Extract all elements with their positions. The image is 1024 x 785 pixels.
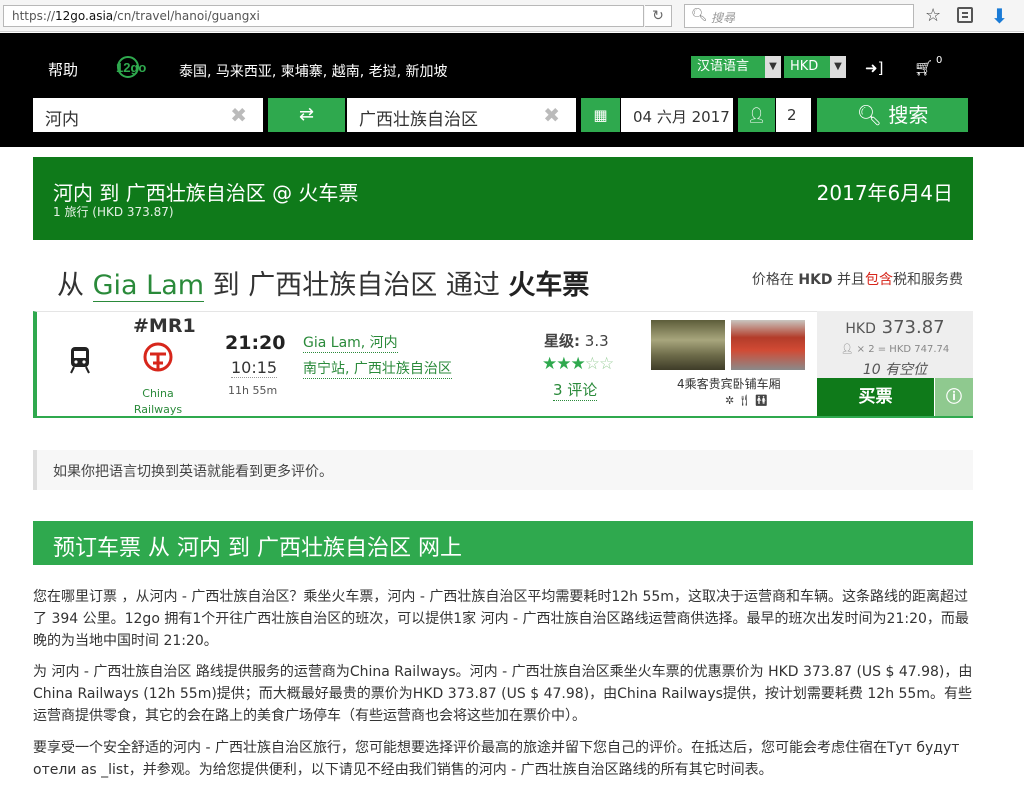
toilet-icon: 🚻︎ bbox=[754, 394, 772, 407]
train-number: #MR1 bbox=[133, 315, 196, 337]
person-icon[interactable]: 👤︎ bbox=[738, 98, 775, 132]
arrival-time: 10:15 bbox=[231, 358, 278, 378]
download-icon[interactable]: ⬇ bbox=[991, 4, 1008, 28]
reading-list-icon[interactable] bbox=[957, 7, 973, 23]
date-value: 04 六月 2017 bbox=[633, 108, 730, 126]
country-list[interactable]: 泰国, 马来西亚, 柬埔寨, 越南, 老挝, 新加坡 bbox=[179, 61, 448, 81]
search-button[interactable]: 🔍︎ 搜索 bbox=[817, 98, 968, 132]
reviews-link[interactable]: 3 评论 bbox=[553, 379, 598, 401]
from-station-link[interactable]: Gia Lam, 河内 bbox=[303, 332, 398, 353]
food-icon: 🍴︎ bbox=[737, 394, 755, 407]
search-icon: 🔍︎ bbox=[691, 8, 708, 23]
description-paragraph: 要享受一个安全舒适的河内 - 广西壮族自治区旅行，您可能想要选择评价最高的旅途并… bbox=[33, 740, 960, 778]
url-text: https://12go.asia/cn/travel/hanoi/guangx… bbox=[12, 9, 260, 23]
price-total: 👤︎ × 2 = HKD 747.74 bbox=[840, 344, 950, 355]
banner-title: 河内 到 广西壮族自治区 @ 火车票 bbox=[53, 181, 359, 205]
notice-text: 如果你把语言切换到英语就能看到更多评价。 bbox=[53, 464, 333, 480]
search-placeholder: 搜尋 bbox=[711, 11, 736, 25]
to-station-link[interactable]: 南宁站, 广西壮族自治区 bbox=[303, 358, 452, 379]
star-rating: ★★★☆☆ bbox=[542, 354, 614, 374]
buy-button[interactable]: 买票 bbox=[817, 378, 934, 416]
login-icon[interactable]: ➜] bbox=[865, 59, 883, 77]
browser-toolbar: https://12go.asia/cn/travel/hanoi/guangx… bbox=[0, 0, 1024, 32]
price-note: 价格在 HKD 并且包含税和服务费 bbox=[751, 272, 963, 288]
from-input[interactable]: 河内 ✖ bbox=[33, 98, 263, 132]
amenity-icons: ✲🍴︎🚻︎ bbox=[725, 394, 771, 407]
star-empty-icon: ☆ bbox=[584, 354, 600, 374]
route-heading: 从 Gia Lam 到 广西壮族自治区 通过 火车票 bbox=[57, 270, 590, 302]
cart-icon[interactable]: 🛒︎ bbox=[914, 59, 933, 77]
site-logo[interactable]: 12go bbox=[112, 55, 148, 79]
seats-available: 10 有空位 bbox=[862, 362, 928, 378]
ticket-price: HKD 373.87 bbox=[845, 317, 945, 338]
train-icon bbox=[70, 347, 90, 374]
to-value: 广西壮族自治区 bbox=[359, 110, 478, 130]
bookmark-star-icon[interactable]: ☆ bbox=[925, 5, 941, 26]
passengers-value: 2 bbox=[787, 106, 797, 124]
chevron-down-icon: ▼ bbox=[830, 56, 846, 78]
class-name: 4乘客贵宾卧铺车厢 bbox=[677, 377, 781, 391]
departure-time: 21:20 bbox=[225, 332, 286, 354]
description-paragraph: 为 河内 - 广西壮族自治区 路线提供服务的运营商为China Railways… bbox=[33, 664, 973, 724]
section-header: 预订车票 从 河内 到 广西壮族自治区 网上 bbox=[33, 521, 973, 565]
price-box: HKD 373.87 👤︎ × 2 = HKD 747.74 10 有空位 bbox=[817, 311, 973, 378]
passengers-input[interactable]: 2 bbox=[776, 98, 811, 132]
train-photo[interactable] bbox=[731, 320, 805, 370]
china-railways-logo bbox=[143, 342, 173, 372]
person-icon: 👤︎ bbox=[840, 344, 854, 355]
route-banner: 河内 到 广西壮族自治区 @ 火车票 1 旅行 (HKD 373.87) 201… bbox=[33, 157, 973, 240]
star-empty-icon: ☆ bbox=[599, 354, 614, 374]
language-select[interactable]: 汉语语言 ▼ bbox=[691, 56, 781, 78]
currency-select[interactable]: HKD ▼ bbox=[784, 56, 846, 78]
address-bar[interactable]: https://12go.asia/cn/travel/hanoi/guangx… bbox=[3, 5, 644, 27]
help-link[interactable]: 帮助 bbox=[48, 59, 78, 80]
info-icon[interactable]: ⓘ bbox=[935, 378, 973, 416]
banner-subtitle: 1 旅行 (HKD 373.87) bbox=[53, 205, 174, 219]
cabin-photo[interactable] bbox=[651, 320, 725, 370]
search-icon: 🔍︎ bbox=[856, 103, 883, 127]
clear-icon[interactable]: ✖ bbox=[230, 103, 247, 127]
from-value: 河内 bbox=[45, 110, 79, 130]
browser-search-input[interactable]: 🔍︎ 搜尋 bbox=[684, 4, 914, 28]
station-link[interactable]: Gia Lam bbox=[92, 270, 205, 302]
rating-label: 星级: 3.3 bbox=[544, 332, 609, 350]
language-notice: 如果你把语言切换到英语就能看到更多评价。 bbox=[33, 450, 973, 490]
to-input[interactable]: 广西壮族自治区 ✖ bbox=[347, 98, 576, 132]
clear-icon[interactable]: ✖ bbox=[543, 103, 560, 127]
chevron-down-icon: ▼ bbox=[765, 56, 781, 78]
cart-count: 0 bbox=[936, 55, 943, 66]
section-title: 预订车票 从 河内 到 广西壮族自治区 网上 bbox=[53, 536, 462, 561]
star-filled-icon: ★ bbox=[542, 354, 557, 374]
site-header: 帮助 12go 泰国, 马来西亚, 柬埔寨, 越南, 老挝, 新加坡 汉语语言 … bbox=[0, 33, 1024, 147]
banner-date: 2017年6月4日 bbox=[816, 181, 953, 205]
date-input[interactable]: 04 六月 2017 bbox=[621, 98, 733, 132]
duration: 11h 55m bbox=[228, 384, 278, 397]
operator-name[interactable]: China Railways bbox=[123, 386, 193, 418]
swap-button[interactable]: ⇄ bbox=[268, 98, 345, 132]
calendar-icon[interactable]: ▦ bbox=[581, 98, 620, 132]
star-filled-icon: ★ bbox=[556, 354, 571, 374]
svg-text:12go: 12go bbox=[116, 60, 146, 75]
star-filled-icon: ★ bbox=[570, 354, 586, 374]
description-paragraph: 您在哪里订票 ，从河内 - 广西壮族自治区？乘坐火车票，河内 - 广西壮族自治区… bbox=[33, 589, 969, 649]
ac-icon: ✲ bbox=[725, 394, 738, 407]
trip-card[interactable]: #MR1 China Railways 21:20 10:15 11h 55m … bbox=[33, 311, 973, 418]
reload-icon[interactable]: ↻ bbox=[645, 5, 672, 27]
